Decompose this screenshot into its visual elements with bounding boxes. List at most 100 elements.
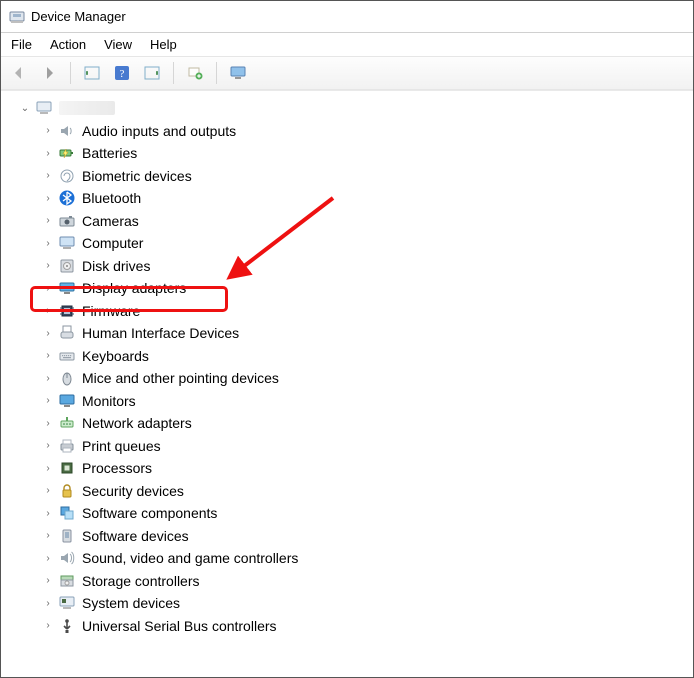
tree-item-label: Universal Serial Bus controllers <box>82 618 277 634</box>
toolbar-monitor-icon[interactable] <box>226 61 250 85</box>
svg-text:?: ? <box>120 68 125 80</box>
tree-item-print[interactable]: › Print queues <box>7 435 693 458</box>
device-tree[interactable]: ⌄ › Audio inputs and outputs ›Batteries › Bi… <box>1 90 693 677</box>
toolbar-separator <box>70 62 71 84</box>
chevron-right-icon[interactable]: › <box>42 170 54 181</box>
tree-item-cameras[interactable]: › Cameras <box>7 210 693 233</box>
chevron-right-icon[interactable]: › <box>42 125 54 136</box>
tree-item-network[interactable]: ›Network adapters <box>7 412 693 435</box>
tree-item-storage[interactable]: › Storage controllers <box>7 570 693 593</box>
toolbar-forward[interactable] <box>37 61 61 85</box>
tree-item-label: Bluetooth <box>82 190 141 206</box>
tree-item-usb[interactable]: › Universal Serial Bus controllers <box>7 615 693 638</box>
toolbar-help-icon[interactable]: ? <box>110 61 134 85</box>
chevron-right-icon[interactable]: › <box>42 283 54 294</box>
tree-item-label: Biometric devices <box>82 168 192 184</box>
tree-item-label: Disk drives <box>82 258 150 274</box>
swcomponent-icon <box>58 504 76 522</box>
toolbar-show-hidden-icon[interactable] <box>80 61 104 85</box>
computer-name-redacted <box>59 101 115 115</box>
tree-item-mice[interactable]: › Mice and other pointing devices <box>7 367 693 390</box>
app-icon <box>9 9 25 25</box>
chevron-right-icon[interactable]: › <box>42 260 54 271</box>
tree-item-label: Firmware <box>82 303 140 319</box>
chevron-right-icon[interactable]: › <box>42 440 54 451</box>
chevron-right-icon[interactable]: › <box>42 485 54 496</box>
chevron-right-icon[interactable]: › <box>42 193 54 204</box>
tree-item-firmware[interactable]: › Firmware <box>7 300 693 323</box>
titlebar: Device Manager <box>1 1 693 33</box>
chevron-right-icon[interactable]: › <box>42 463 54 474</box>
tree-item-label: Software components <box>82 505 217 521</box>
camera-icon <box>58 212 76 230</box>
tree-item-computer[interactable]: ›Computer <box>7 232 693 255</box>
tree-item-sound[interactable]: › Sound, video and game controllers <box>7 547 693 570</box>
cpu-icon <box>58 459 76 477</box>
chevron-right-icon[interactable]: › <box>42 575 54 586</box>
usb-icon <box>58 617 76 635</box>
chevron-right-icon[interactable]: › <box>42 215 54 226</box>
tree-item-label: Cameras <box>82 213 139 229</box>
tree-item-swdev[interactable]: › Software devices <box>7 525 693 548</box>
chevron-right-icon[interactable]: › <box>42 395 54 406</box>
chevron-right-icon[interactable]: › <box>42 530 54 541</box>
printer-icon <box>58 437 76 455</box>
tree-item-label: Sound, video and game controllers <box>82 550 298 566</box>
chevron-down-icon[interactable]: ⌄ <box>19 103 31 114</box>
tree-item-label: Processors <box>82 460 152 476</box>
toolbar-back[interactable] <box>7 61 31 85</box>
menu-view[interactable]: View <box>104 37 132 52</box>
tree-item-batteries[interactable]: ›Batteries <box>7 142 693 165</box>
tree-item-bluetooth[interactable]: › Bluetooth <box>7 187 693 210</box>
tree-item-label: Software devices <box>82 528 189 544</box>
system-icon <box>58 594 76 612</box>
window-title: Device Manager <box>31 9 126 24</box>
network-icon <box>58 414 76 432</box>
tree-item-label: Storage controllers <box>82 573 200 589</box>
storage-icon <box>58 572 76 590</box>
tree-item-biometric[interactable]: › Biometric devices <box>7 165 693 188</box>
computer-root-icon <box>35 99 53 117</box>
tree-item-label: Mice and other pointing devices <box>82 370 279 386</box>
chevron-right-icon[interactable]: › <box>42 418 54 429</box>
chevron-right-icon[interactable]: › <box>42 305 54 316</box>
menu-file[interactable]: File <box>11 37 32 52</box>
chevron-right-icon[interactable]: › <box>42 350 54 361</box>
toolbar-separator <box>216 62 217 84</box>
tree-item-monitors[interactable]: › Monitors <box>7 390 693 413</box>
tree-item-system[interactable]: ›System devices <box>7 592 693 615</box>
tree-item-audio[interactable]: › Audio inputs and outputs <box>7 120 693 143</box>
tree-item-label: Audio inputs and outputs <box>82 123 236 139</box>
menu-action[interactable]: Action <box>50 37 86 52</box>
chevron-right-icon[interactable]: › <box>42 620 54 631</box>
computer-icon <box>58 234 76 252</box>
speaker-icon <box>58 122 76 140</box>
battery-icon <box>58 144 76 162</box>
tree-item-label: Print queues <box>82 438 161 454</box>
tree-item-display[interactable]: ›Display adapters <box>7 277 693 300</box>
bluetooth-icon <box>58 189 76 207</box>
display-icon <box>58 279 76 297</box>
tree-item-hid[interactable]: ›Human Interface Devices <box>7 322 693 345</box>
chevron-right-icon[interactable]: › <box>42 553 54 564</box>
monitor-icon <box>58 392 76 410</box>
tree-item-security[interactable]: › Security devices <box>7 480 693 503</box>
menubar: File Action View Help <box>1 33 693 56</box>
chevron-right-icon[interactable]: › <box>42 238 54 249</box>
toolbar-update-driver-icon[interactable] <box>183 61 207 85</box>
chevron-right-icon[interactable]: › <box>42 373 54 384</box>
toolbar-scan-icon[interactable] <box>140 61 164 85</box>
chevron-right-icon[interactable]: › <box>42 598 54 609</box>
chevron-right-icon[interactable]: › <box>42 148 54 159</box>
tree-root[interactable]: ⌄ <box>7 97 693 120</box>
chevron-right-icon[interactable]: › <box>42 508 54 519</box>
tree-item-swcomp[interactable]: › Software components <box>7 502 693 525</box>
swdevice-icon <box>58 527 76 545</box>
tree-item-proc[interactable]: › Processors <box>7 457 693 480</box>
tree-item-disk[interactable]: › Disk drives <box>7 255 693 278</box>
tree-item-label: Monitors <box>82 393 136 409</box>
menu-help[interactable]: Help <box>150 37 177 52</box>
chevron-right-icon[interactable]: › <box>42 328 54 339</box>
tree-item-keyboards[interactable]: ›Keyboards <box>7 345 693 368</box>
tree-item-label: Security devices <box>82 483 184 499</box>
